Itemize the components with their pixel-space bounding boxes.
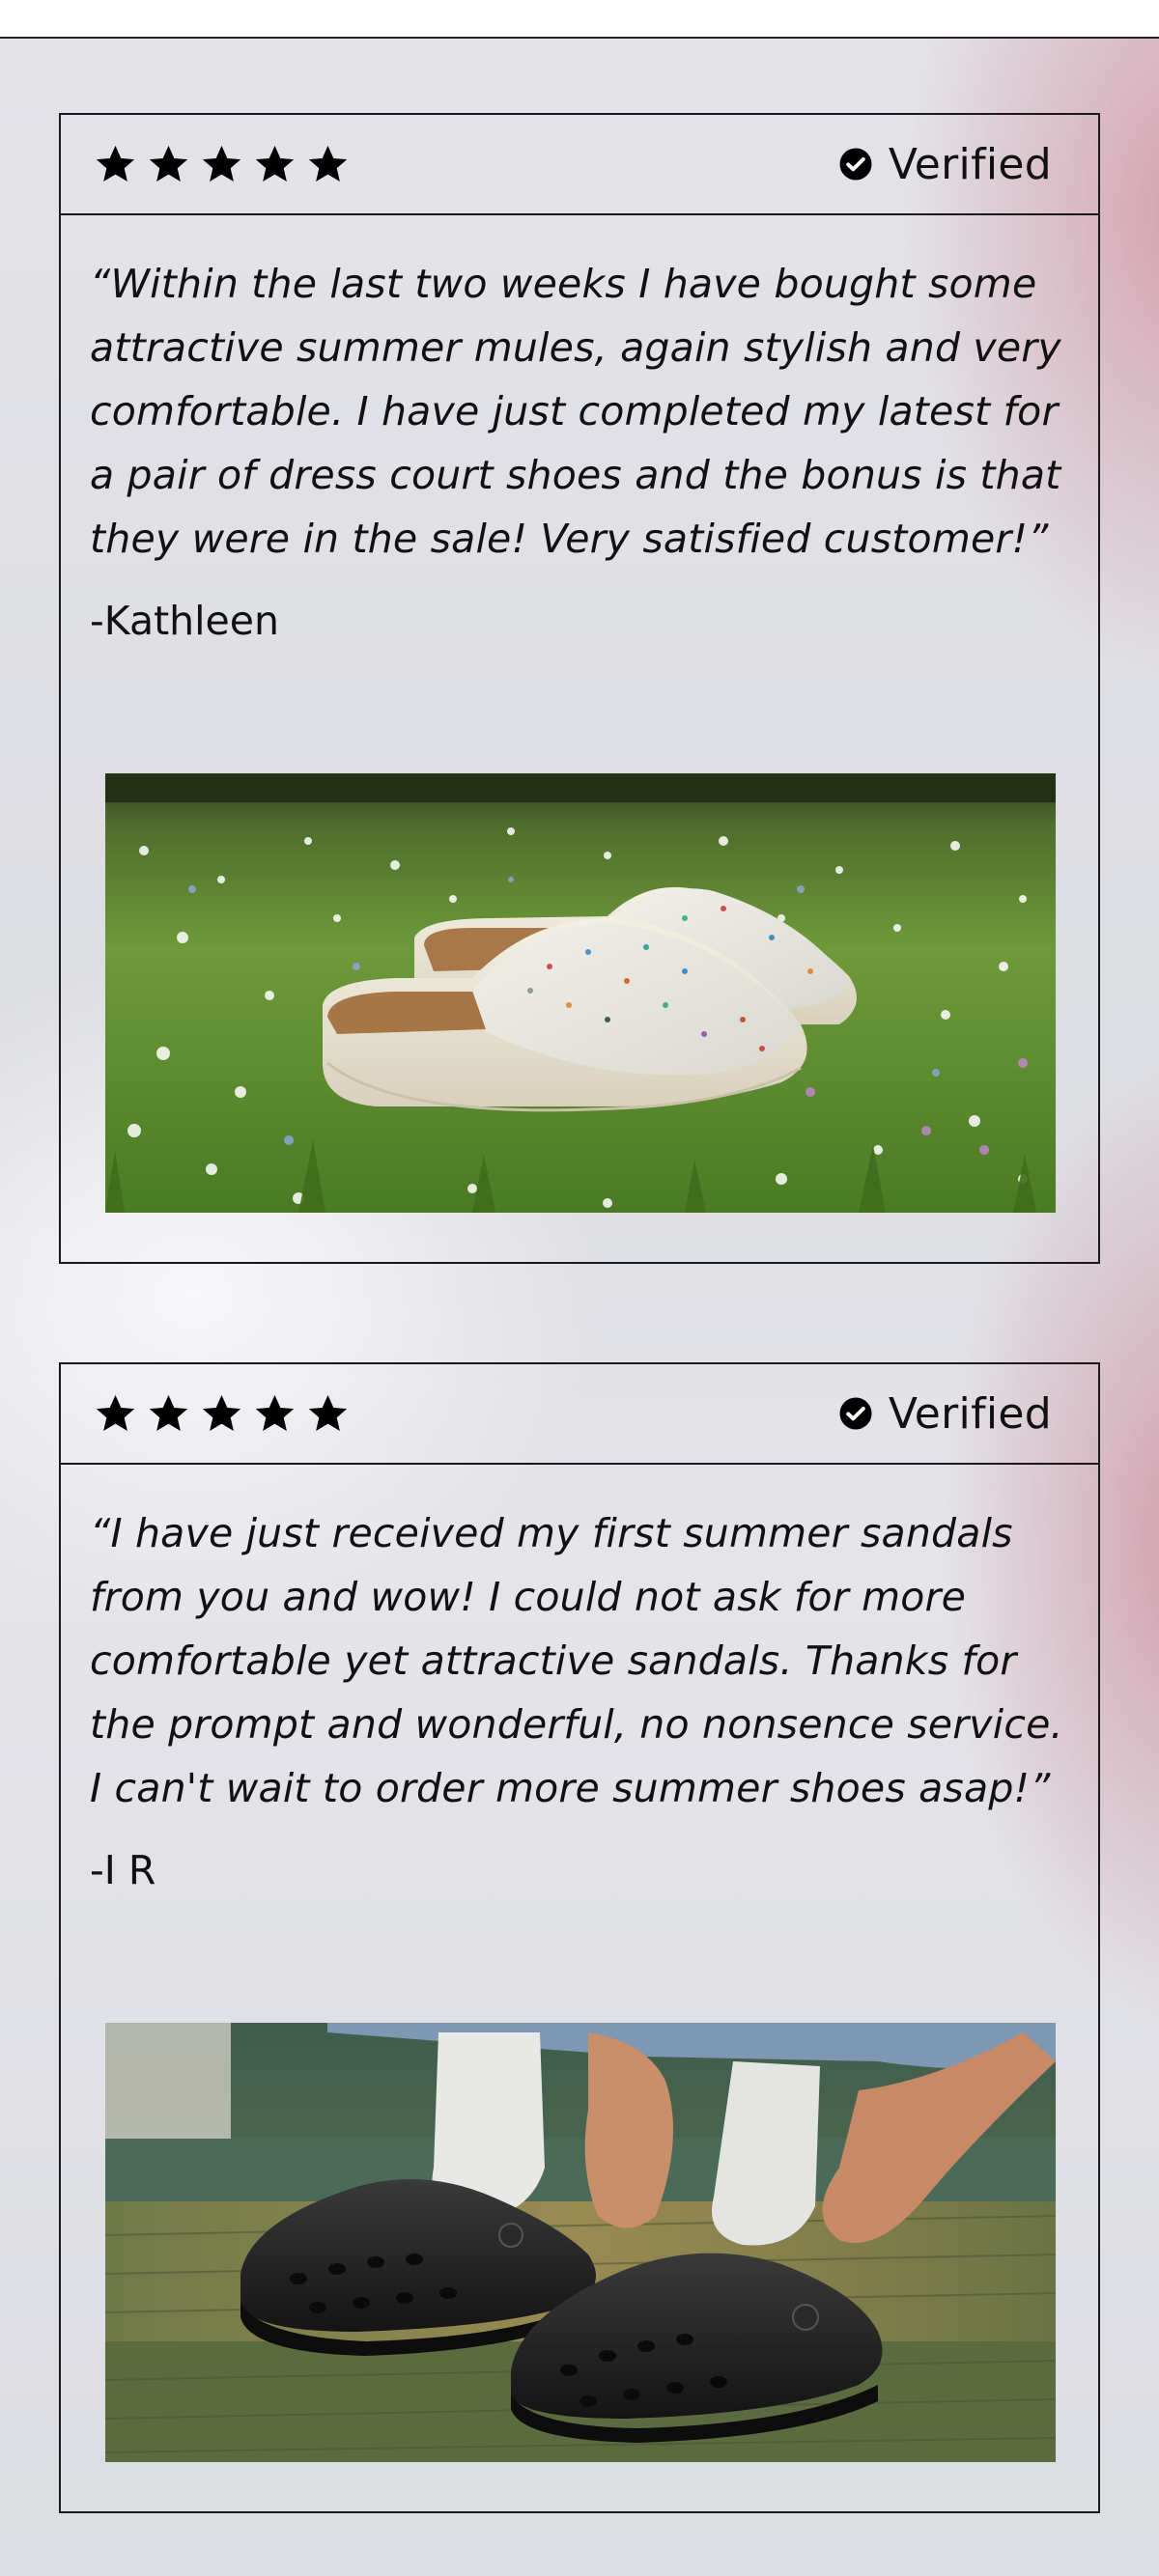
star-rating xyxy=(94,143,350,186)
review-photo xyxy=(105,2023,1056,2462)
review-author: -I R xyxy=(90,1847,156,1893)
verified-badge: Verified xyxy=(838,1389,1052,1439)
star-icon xyxy=(149,1394,188,1431)
verified-badge: Verified xyxy=(838,140,1052,189)
star-icon xyxy=(202,1394,241,1431)
verified-label: Verified xyxy=(888,1388,1052,1439)
star-icon xyxy=(96,1394,135,1431)
review-card: Verified “Within the last two weeks I ha… xyxy=(59,113,1100,1264)
star-icon xyxy=(308,145,348,182)
star-icon xyxy=(96,145,135,182)
star-icon xyxy=(149,145,188,182)
star-icon xyxy=(255,145,295,182)
check-circle-icon xyxy=(839,1397,872,1430)
star-rating xyxy=(94,1392,350,1436)
review-author: -Kathleen xyxy=(90,598,279,644)
review-header: Verified xyxy=(61,115,1098,215)
review-photo xyxy=(105,773,1056,1213)
review-quote: “I have just received my first summer sa… xyxy=(90,1510,1063,1811)
check-circle-icon xyxy=(839,148,872,181)
review-header: Verified xyxy=(61,1364,1098,1465)
star-icon xyxy=(308,1394,348,1431)
star-icon xyxy=(202,145,241,182)
clogs-meadow-image xyxy=(105,773,1056,1213)
black-clogs-steps-image xyxy=(105,2023,1056,2462)
top-bar xyxy=(0,0,1159,39)
verified-label: Verified xyxy=(888,139,1052,189)
review-card: Verified “I have just received my first … xyxy=(59,1362,1100,2513)
review-quote: “Within the last two weeks I have bought… xyxy=(90,261,1061,562)
star-icon xyxy=(255,1394,295,1431)
